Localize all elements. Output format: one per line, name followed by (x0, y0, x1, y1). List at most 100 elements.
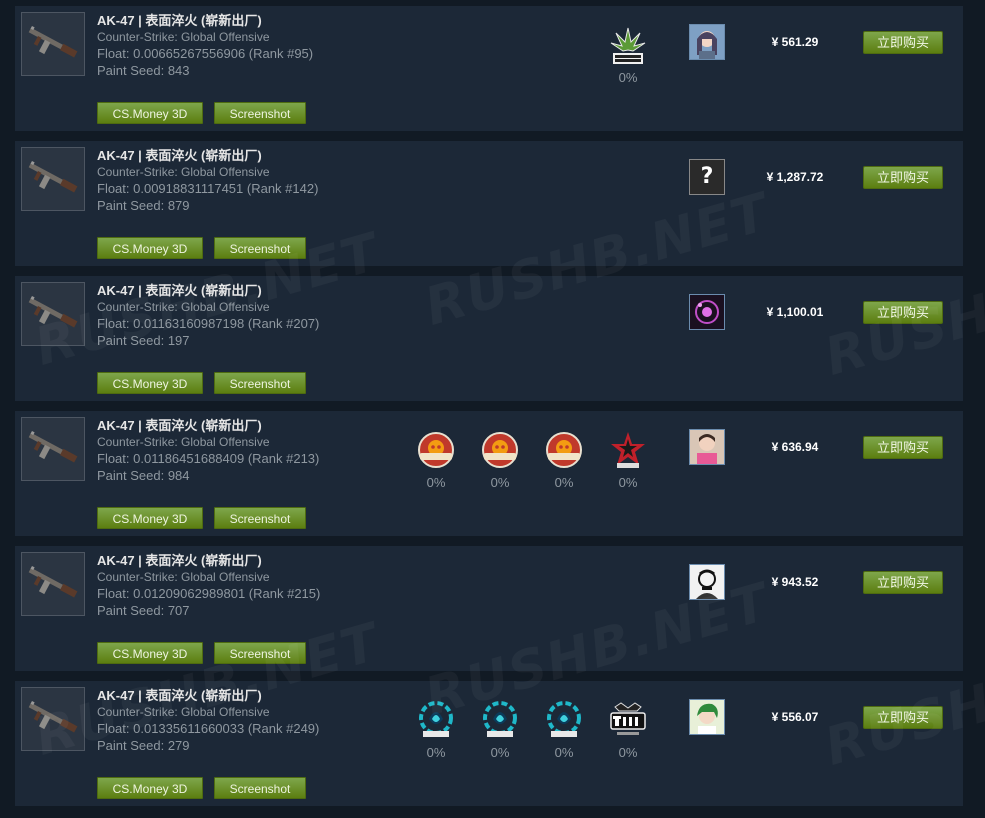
sticker-wear: 0% (554, 475, 574, 490)
drug-war-veteran-sticker[interactable]: 0% (606, 24, 650, 90)
cs-money-3d-button[interactable]: CS.Money 3D (97, 102, 203, 124)
item-float: Float: 0.00665267556906 (Rank #95) (97, 46, 314, 61)
seller-avatar[interactable] (689, 429, 725, 465)
listing-row: AK-47 | 表面淬火 (崭新出厂) Counter-Strike: Glob… (15, 6, 963, 131)
tarik-autograph-sticker[interactable]: 0% (606, 699, 650, 765)
sticker-wear: 0% (618, 475, 638, 490)
cs-money-3d-button[interactable]: CS.Money 3D (97, 642, 203, 664)
cs-money-3d-button[interactable]: CS.Money 3D (97, 237, 203, 259)
seller-avatar[interactable] (689, 699, 725, 735)
item-price: ¥ 636.94 (771, 440, 819, 454)
item-info: AK-47 | 表面淬火 (崭新出厂) Counter-Strike: Glob… (97, 12, 397, 79)
item-game: Counter-Strike: Global Offensive (97, 705, 270, 719)
sticker-wear: 0% (490, 745, 510, 760)
buy-now-button[interactable]: 立即购买 (863, 301, 943, 324)
headshot-guarantee-sticker[interactable]: 0% (542, 429, 586, 495)
item-title[interactable]: AK-47 | 表面淬火 (崭新出厂) (97, 147, 397, 165)
item-float: Float: 0.00918831117451 (Rank #142) (97, 181, 319, 196)
item-price: ¥ 1,100.01 (766, 305, 824, 319)
item-price: ¥ 943.52 (771, 575, 819, 589)
item-thumbnail[interactable] (21, 147, 85, 211)
item-title[interactable]: AK-47 | 表面淬火 (崭新出厂) (97, 282, 397, 300)
item-game: Counter-Strike: Global Offensive (97, 435, 270, 449)
listing-row: AK-47 | 表面淬火 (崭新出厂) Counter-Strike: Glob… (15, 681, 963, 806)
buy-now-button[interactable]: 立即购买 (863, 571, 943, 594)
screenshot-button[interactable]: Screenshot (214, 507, 306, 529)
item-float: Float: 0.01163160987198 (Rank #207) (97, 316, 320, 331)
headshot-guarantee-icon (482, 432, 518, 468)
buy-now-button[interactable]: 立即购买 (863, 166, 943, 189)
drug-war-veteran-icon (610, 27, 646, 64)
headshot-guarantee-sticker[interactable]: 0% (478, 429, 522, 495)
item-paint-seed: Paint Seed: 843 (97, 63, 190, 78)
item-price: ¥ 1,287.72 (766, 170, 824, 184)
buy-now-button[interactable]: 立即购买 (863, 436, 943, 459)
item-title[interactable]: AK-47 | 表面淬火 (崭新出厂) (97, 12, 397, 30)
sticker-wear: 0% (554, 745, 574, 760)
sticker-wear: 0% (426, 745, 446, 760)
mlg-star-sticker[interactable]: 0% (606, 429, 650, 495)
item-paint-seed: Paint Seed: 279 (97, 738, 190, 753)
sticker-wear: 0% (618, 70, 638, 85)
item-float: Float: 0.01335611660033 (Rank #249) (97, 721, 320, 736)
mlg-liquid-sticker[interactable]: 0% (478, 699, 522, 765)
listing-row: AK-47 | 表面淬火 (崭新出厂) Counter-Strike: Glob… (15, 276, 963, 401)
buy-now-button[interactable]: 立即购买 (863, 706, 943, 729)
screenshot-button[interactable]: Screenshot (214, 777, 306, 799)
item-title[interactable]: AK-47 | 表面淬火 (崭新出厂) (97, 687, 397, 705)
mlg-liquid-sticker[interactable]: 0% (542, 699, 586, 765)
item-info: AK-47 | 表面淬火 (崭新出厂) Counter-Strike: Glob… (97, 147, 397, 214)
item-thumbnail[interactable] (21, 12, 85, 76)
listing-row: AK-47 | 表面淬火 (崭新出厂) Counter-Strike: Glob… (15, 411, 963, 536)
mlg-liquid-icon (547, 701, 581, 737)
tarik-autograph-icon (610, 702, 646, 735)
item-paint-seed: Paint Seed: 984 (97, 468, 190, 483)
listing-page: AK-47 | 表面淬火 (崭新出厂) Counter-Strike: Glob… (0, 0, 985, 818)
buy-now-button[interactable]: 立即购买 (863, 31, 943, 54)
item-game: Counter-Strike: Global Offensive (97, 570, 270, 584)
mlg-liquid-icon (483, 701, 517, 737)
seller-avatar[interactable] (689, 564, 725, 600)
sticker-wear: 0% (490, 475, 510, 490)
cs-money-3d-button[interactable]: CS.Money 3D (97, 507, 203, 529)
listing-row: AK-47 | 表面淬火 (崭新出厂) Counter-Strike: Glob… (15, 141, 963, 266)
item-paint-seed: Paint Seed: 197 (97, 333, 190, 348)
item-thumbnail[interactable] (21, 282, 85, 346)
cs-money-3d-button[interactable]: CS.Money 3D (97, 372, 203, 394)
item-game: Counter-Strike: Global Offensive (97, 300, 270, 314)
sticker-wear: 0% (426, 475, 446, 490)
seller-avatar[interactable]: ? (689, 159, 725, 195)
headshot-guarantee-icon (418, 432, 454, 468)
question-mark-icon: ? (700, 164, 714, 189)
cs-money-3d-button[interactable]: CS.Money 3D (97, 777, 203, 799)
item-title[interactable]: AK-47 | 表面淬火 (崭新出厂) (97, 417, 397, 435)
item-info: AK-47 | 表面淬火 (崭新出厂) Counter-Strike: Glob… (97, 552, 397, 619)
screenshot-button[interactable]: Screenshot (214, 237, 306, 259)
mlg-liquid-sticker[interactable]: 0% (414, 699, 458, 765)
item-float: Float: 0.01186451688409 (Rank #213) (97, 451, 320, 466)
mlg-liquid-icon (419, 701, 453, 737)
item-info: AK-47 | 表面淬火 (崭新出厂) Counter-Strike: Glob… (97, 282, 397, 349)
headshot-guarantee-icon (546, 432, 582, 468)
item-info: AK-47 | 表面淬火 (崭新出厂) Counter-Strike: Glob… (97, 417, 397, 484)
screenshot-button[interactable]: Screenshot (214, 372, 306, 394)
item-paint-seed: Paint Seed: 707 (97, 603, 190, 618)
headshot-guarantee-sticker[interactable]: 0% (414, 429, 458, 495)
item-price: ¥ 556.07 (771, 710, 819, 724)
item-price: ¥ 561.29 (771, 35, 819, 49)
item-title[interactable]: AK-47 | 表面淬火 (崭新出厂) (97, 552, 397, 570)
item-float: Float: 0.01209062989801 (Rank #215) (97, 586, 321, 601)
screenshot-button[interactable]: Screenshot (214, 102, 306, 124)
item-paint-seed: Paint Seed: 879 (97, 198, 190, 213)
item-thumbnail[interactable] (21, 687, 85, 751)
item-thumbnail[interactable] (21, 417, 85, 481)
item-thumbnail[interactable] (21, 552, 85, 616)
screenshot-button[interactable]: Screenshot (214, 642, 306, 664)
mlg-star-icon (611, 432, 645, 468)
item-info: AK-47 | 表面淬火 (崭新出厂) Counter-Strike: Glob… (97, 687, 397, 754)
seller-avatar[interactable] (689, 24, 725, 60)
sticker-wear: 0% (618, 745, 638, 760)
item-game: Counter-Strike: Global Offensive (97, 165, 270, 179)
seller-avatar[interactable] (689, 294, 725, 330)
listing-row: AK-47 | 表面淬火 (崭新出厂) Counter-Strike: Glob… (15, 546, 963, 671)
